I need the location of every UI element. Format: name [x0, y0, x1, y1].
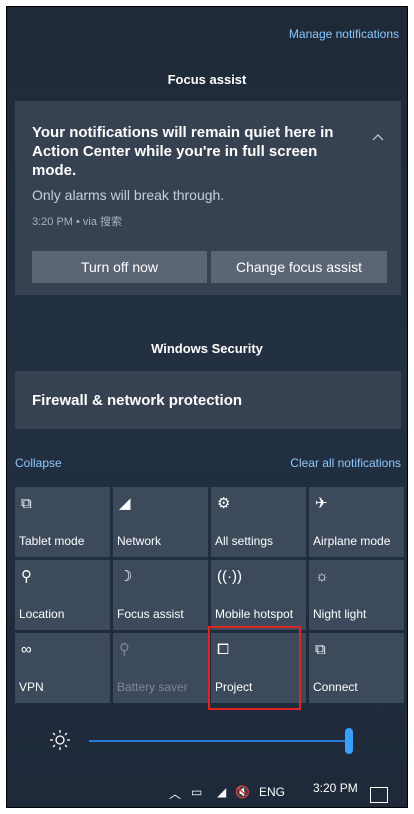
quick-action-network[interactable]: ◢ Network: [113, 487, 208, 557]
focus-assist-notification[interactable]: Your notifications will remain quiet her…: [15, 101, 401, 295]
tablet-mode-icon: ⧉: [21, 495, 32, 512]
notification-sub-message: Only alarms will break through.: [32, 187, 225, 203]
windows-security-notification[interactable]: Firewall & network protection: [15, 371, 401, 429]
focus-assist-group-title: Focus assist: [167, 72, 247, 87]
action-center-icon[interactable]: [370, 787, 388, 803]
quick-action-label: Connect: [313, 680, 358, 694]
quick-action-airplane-mode[interactable]: ✈ Airplane mode: [309, 487, 404, 557]
action-center-panel: Manage notifications Focus assist Your n…: [6, 6, 408, 808]
gear-icon: ⚙: [217, 495, 231, 512]
turn-off-now-button[interactable]: Turn off now: [32, 251, 207, 283]
project-highlight-box: [208, 626, 301, 710]
brightness-icon: [50, 730, 70, 750]
quick-action-mobile-hotspot[interactable]: ((·)) Mobile hotspot: [211, 560, 306, 630]
quick-action-night-light[interactable]: ☼ Night light: [309, 560, 404, 630]
vpn-icon: ∞: [21, 641, 32, 658]
quick-action-label: VPN: [19, 680, 44, 694]
chevron-up-icon[interactable]: [371, 131, 385, 145]
windows-security-group-title: Windows Security: [151, 341, 263, 356]
quick-action-label: Network: [117, 534, 162, 548]
connect-icon: ⧉: [315, 641, 326, 658]
notification-message: Your notifications will remain quiet her…: [32, 124, 334, 179]
clear-all-notifications-link[interactable]: Clear all notifications: [290, 456, 401, 470]
change-focus-assist-button[interactable]: Change focus assist: [211, 251, 387, 283]
brightness-slider-thumb[interactable]: [345, 728, 353, 754]
firewall-notification-title: Firewall & network protection: [32, 392, 243, 409]
quick-action-focus-assist[interactable]: ☽ Focus assist: [113, 560, 208, 630]
notification-meta: 3:20 PM • via 搜索: [32, 216, 123, 228]
quick-action-connect[interactable]: ⧉ Connect: [309, 633, 404, 703]
wifi-tray-icon[interactable]: ◢: [217, 785, 226, 799]
brightness-slider-track[interactable]: [89, 740, 353, 742]
quick-action-label: Location: [19, 607, 65, 621]
volume-muted-icon[interactable]: 🔇: [235, 785, 250, 799]
quick-action-location[interactable]: ⚲ Location: [15, 560, 110, 630]
quick-action-label: Focus assist: [117, 607, 184, 621]
quick-action-label: Airplane mode: [313, 534, 391, 548]
battery-saver-icon: ⚲: [119, 641, 130, 658]
quick-action-tablet-mode[interactable]: ⧉ Tablet mode: [15, 487, 110, 557]
network-tray-icon[interactable]: ▭: [191, 785, 202, 799]
quick-action-label: Night light: [313, 607, 367, 621]
collapse-link[interactable]: Collapse: [15, 456, 62, 470]
quick-action-label: Tablet mode: [19, 534, 85, 548]
moon-icon: ☽: [119, 568, 133, 585]
quick-action-label: Battery saver: [117, 680, 188, 694]
quick-action-label: All settings: [215, 534, 274, 548]
quick-action-label: Mobile hotspot: [215, 607, 294, 621]
manage-notifications-link[interactable]: Manage notifications: [289, 27, 399, 41]
clock-time[interactable]: 3:20 PM: [313, 781, 358, 795]
quick-action-vpn[interactable]: ∞ VPN: [15, 633, 110, 703]
quick-action-battery-saver[interactable]: ⚲ Battery saver: [113, 633, 208, 703]
quick-action-all-settings[interactable]: ⚙ All settings: [211, 487, 306, 557]
taskbar: ︿ ▭ ◢ 🔇 ENG 3:20 PM: [7, 779, 407, 807]
airplane-icon: ✈: [315, 495, 328, 512]
location-icon: ⚲: [21, 568, 32, 585]
language-indicator[interactable]: ENG: [259, 785, 285, 799]
night-light-icon: ☼: [315, 568, 329, 585]
hotspot-icon: ((·)): [217, 568, 242, 585]
network-icon: ◢: [119, 495, 131, 512]
chevron-up-tray-icon[interactable]: ︿: [169, 785, 181, 802]
